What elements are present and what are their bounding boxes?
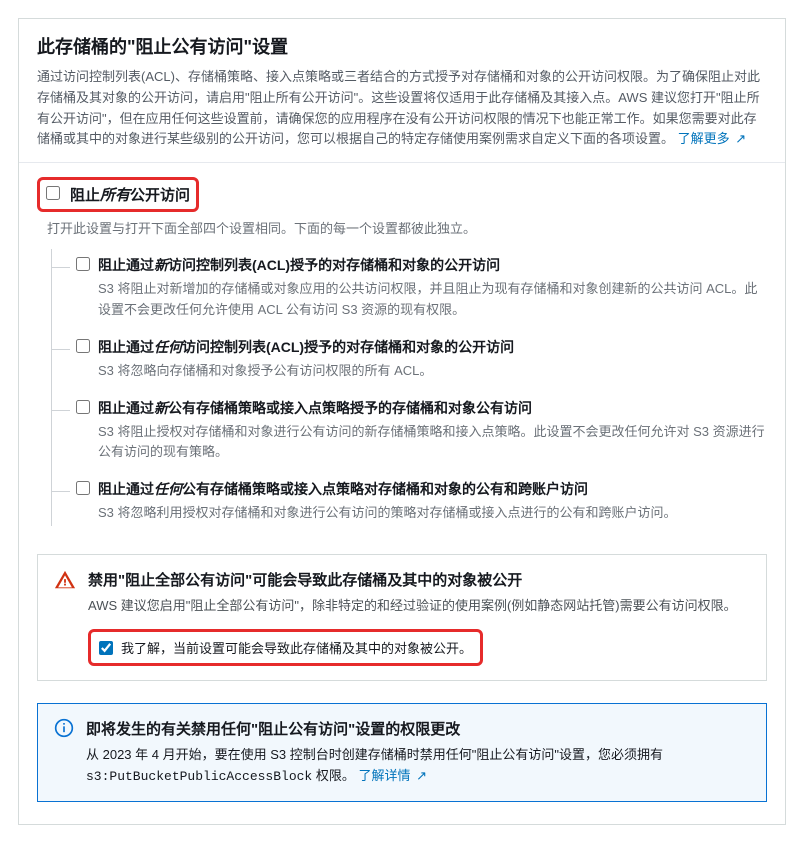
block-all-label: 阻止所有公开访问 — [70, 184, 190, 205]
option-desc: S3 将阻止授权对存储桶和对象进行公有访问的新存储桶策略和接入点策略。此设置不会… — [98, 422, 767, 464]
option-checkbox-any-policy[interactable] — [76, 481, 90, 495]
option-row: 阻止通过新公有存储桶策略或接入点策略授予的存储桶和对象公有访问 S3 将阻止授权… — [52, 392, 767, 474]
option-title: 阻止通过新公有存储桶策略或接入点策略授予的存储桶和对象公有访问 — [98, 398, 532, 418]
info-icon — [54, 718, 74, 741]
option-desc: S3 将忽略向存储桶和对象授予公有访问权限的所有 ACL。 — [98, 361, 767, 382]
info-title: 即将发生的有关禁用任何"阻止公有访问"设置的权限更改 — [86, 718, 750, 739]
acknowledge-label: 我了解，当前设置可能会导致此存储桶及其中的对象被公开。 — [121, 638, 472, 657]
warning-box: 禁用"阻止全部公有访问"可能会导致此存储桶及其中的对象被公开 AWS 建议您启用… — [37, 554, 767, 681]
acknowledge-row-highlight: 我了解，当前设置可能会导致此存储桶及其中的对象被公开。 — [88, 629, 483, 666]
external-link-icon: ↗ — [416, 766, 427, 787]
block-all-pre: 阻止 — [70, 187, 100, 204]
option-desc: S3 将阻止对新增加的存储桶或对象应用的公共访问权限，并且阻止为现有存储桶和对象… — [98, 279, 767, 321]
option-title: 阻止通过任何公有存储桶策略或接入点策略对存储桶和对象的公有和跨账户访问 — [98, 479, 588, 499]
panel-intro: 通过访问控制列表(ACL)、存储桶策略、接入点策略或三者结合的方式授予对存储桶和… — [37, 67, 767, 150]
block-all-checkbox[interactable] — [46, 186, 60, 200]
info-learn-link[interactable]: 了解详情 ↗ — [359, 768, 428, 783]
option-row: 阻止通过任何公有存储桶策略或接入点策略对存储桶和对象的公有和跨账户访问 S3 将… — [52, 473, 767, 526]
info-text: 从 2023 年 4 月开始，要在使用 S3 控制台时创建存储桶时禁用任何"阻止… — [86, 745, 750, 788]
info-box: 即将发生的有关禁用任何"阻止公有访问"设置的权限更改 从 2023 年 4 月开… — [37, 703, 767, 803]
option-checkbox-new-policy[interactable] — [76, 400, 90, 414]
option-title: 阻止通过新访问控制列表(ACL)授予的对存储桶和对象的公开访问 — [98, 255, 500, 275]
intro-text: 通过访问控制列表(ACL)、存储桶策略、接入点策略或三者结合的方式授予对存储桶和… — [37, 69, 760, 146]
option-desc: S3 将忽略利用授权对存储桶和对象进行公有访问的策略对存储桶或接入点进行的公有和… — [98, 503, 767, 524]
panel-title: 此存储桶的"阻止公有访问"设置 — [37, 33, 767, 59]
options-tree: 阻止通过新访问控制列表(ACL)授予的对存储桶和对象的公开访问 S3 将阻止对新… — [51, 249, 767, 526]
block-all-post: 公开访问 — [130, 187, 190, 204]
permission-code: s3:PutBucketPublicAccessBlock — [86, 769, 312, 784]
warning-text: AWS 建议您启用"阻止全部公有访问"，除非特定的和经过验证的使用案例(例如静态… — [88, 596, 737, 617]
block-all-row-highlight: 阻止所有公开访问 — [37, 177, 199, 212]
option-row: 阻止通过新访问控制列表(ACL)授予的对存储桶和对象的公开访问 S3 将阻止对新… — [52, 249, 767, 331]
option-title: 阻止通过任何访问控制列表(ACL)授予的对存储桶和对象的公开访问 — [98, 337, 514, 357]
block-all-desc: 打开此设置与打开下面全部四个设置相同。下面的每一个设置都彼此独立。 — [47, 218, 767, 237]
learn-more-label: 了解更多 — [678, 131, 730, 146]
warning-title: 禁用"阻止全部公有访问"可能会导致此存储桶及其中的对象被公开 — [88, 569, 737, 590]
divider — [19, 162, 785, 163]
option-row: 阻止通过任何访问控制列表(ACL)授予的对存储桶和对象的公开访问 S3 将忽略向… — [52, 331, 767, 392]
option-checkbox-any-acl[interactable] — [76, 339, 90, 353]
option-checkbox-new-acl[interactable] — [76, 257, 90, 271]
acknowledge-checkbox[interactable] — [99, 641, 113, 655]
block-all-em: 所有 — [100, 187, 130, 204]
learn-more-link[interactable]: 了解更多 ↗ — [678, 131, 747, 146]
external-link-icon: ↗ — [735, 129, 746, 150]
settings-panel: 此存储桶的"阻止公有访问"设置 通过访问控制列表(ACL)、存储桶策略、接入点策… — [18, 18, 786, 825]
warning-icon — [54, 569, 76, 594]
